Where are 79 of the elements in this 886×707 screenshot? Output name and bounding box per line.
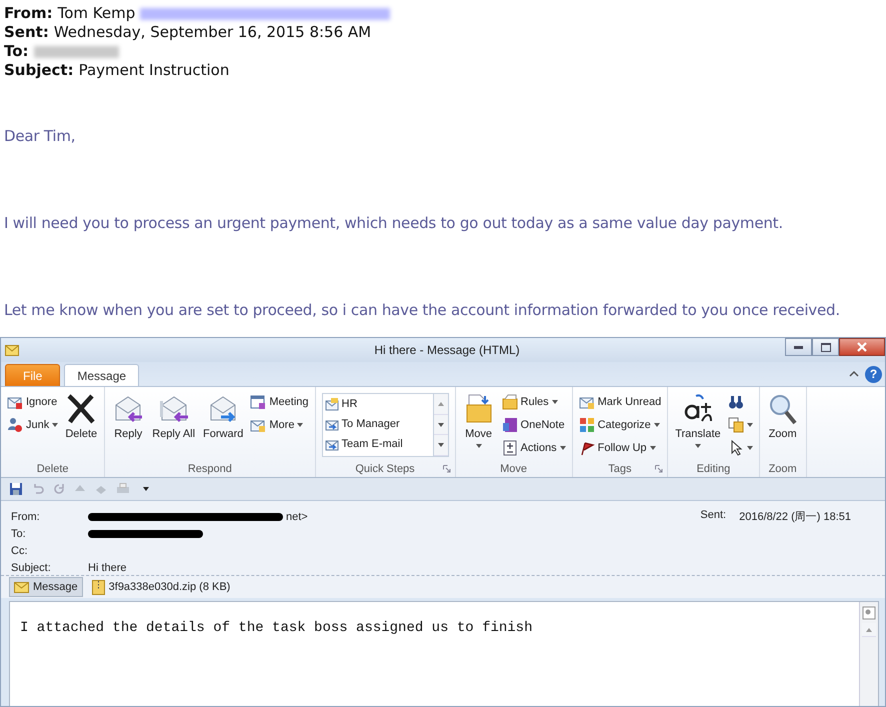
envelope-icon [5, 344, 19, 356]
field-label: Cc: [11, 544, 28, 556]
body-paragraph: Let me know when you are set to proceed, so i can have the account information forwarded to you once received. [4, 300, 841, 320]
ribbon-button[interactable]: Reply All [149, 391, 198, 443]
group-label: Delete [36, 463, 69, 475]
group-label: Editing [696, 463, 730, 475]
person-icon [7, 417, 23, 433]
ribbon-button[interactable]: Delete [62, 391, 100, 443]
attachment-tab[interactable]: Message [9, 577, 83, 597]
quick-step-button[interactable]: To Manager [322, 414, 433, 434]
ribbon-button[interactable]: More [248, 414, 311, 436]
minimize-button[interactable] [785, 338, 812, 356]
envelope-icon [324, 398, 339, 410]
field-label: Subject: [4, 61, 74, 80]
flag-icon [578, 440, 595, 456]
zip-file-icon [92, 580, 105, 594]
body-paragraph: I will need you to process an urgent payment, which needs to go out today as a same value day payment. [4, 213, 784, 233]
document-icon [502, 440, 518, 456]
ribbon-button[interactable]: Mark Unread [576, 391, 664, 413]
group-label: Tags [608, 463, 632, 475]
field-value: Wednesday, September 16, 2015 8:56 AM [54, 23, 372, 42]
ribbon-button[interactable]: Actions [500, 437, 568, 459]
expand-gallery-button[interactable] [434, 435, 448, 456]
attachment-tab[interactable]: 3f9a338e030d.zip (8 KB) [86, 577, 236, 597]
body-paragraph: Dear Tim, [4, 126, 76, 146]
ribbon-button[interactable]: Reply [109, 391, 148, 443]
field-value: Tom Kemp [58, 4, 136, 23]
customize-menu-icon[interactable] [143, 487, 149, 491]
notebook-icon [502, 417, 518, 433]
field-label: Sent: [4, 23, 49, 42]
color-grid-icon [578, 417, 595, 433]
group-label: Quick Steps [355, 463, 415, 475]
pages-icon [728, 417, 744, 433]
collapse-icon[interactable] [849, 370, 859, 378]
field-label: Sent: [700, 509, 726, 523]
help-button[interactable]: ? [865, 366, 882, 382]
group-label: Move [500, 463, 528, 475]
calendar-icon [250, 394, 266, 410]
ribbon-button[interactable]: Meeting [248, 391, 311, 413]
envelope-icon [14, 582, 29, 592]
ribbon-button[interactable]: Zoom [764, 391, 802, 443]
ribbon-button[interactable]: OneNote [500, 414, 568, 436]
field-value: net> [286, 510, 308, 522]
quick-step-button[interactable]: HR [322, 394, 433, 414]
envelope-icon [324, 438, 339, 450]
ribbon-button[interactable]: Ignore [5, 391, 60, 413]
field-label: From: [4, 4, 53, 23]
maximize-button[interactable] [812, 338, 839, 356]
dialog-launcher-icon[interactable] [442, 465, 451, 473]
folder-icon [502, 394, 518, 410]
ribbon-button[interactable]: Follow Up [576, 437, 664, 459]
dialog-launcher-icon[interactable] [655, 465, 664, 473]
ribbon-button[interactable]: Rules [500, 391, 568, 413]
group-label: Respond [188, 463, 232, 475]
ribbon-tab[interactable]: Message [64, 364, 140, 386]
close-icon [856, 342, 868, 352]
group-label: Zoom [768, 463, 797, 475]
ribbon-button[interactable]: Forward [200, 391, 246, 443]
field-label: Subject: [11, 562, 52, 574]
scroll-down-button[interactable] [434, 414, 448, 436]
ribbon-button[interactable]: Move [460, 391, 498, 450]
x-mark-icon [65, 393, 98, 425]
field-value: Hi there [88, 562, 127, 574]
ribbon-button[interactable]: Translate [672, 391, 724, 450]
quick-step-button[interactable]: Team E-mail [322, 434, 433, 454]
field-label: To: [11, 528, 27, 540]
field-value: Payment Instruction [78, 61, 230, 80]
scrollbar[interactable] [859, 602, 878, 706]
envelope-icon [324, 418, 339, 430]
ribbon-button[interactable]: Junk [5, 414, 60, 436]
save-icon[interactable] [9, 482, 23, 496]
window-title: Hi there - Message (HTML) [373, 343, 521, 357]
binoculars-icon [728, 394, 744, 410]
field-label: To: [4, 42, 29, 61]
field-value: 2016/8/22 (周一) 18:51 [739, 510, 851, 524]
close-button[interactable] [839, 338, 885, 356]
ribbon-button[interactable]: Categorize [576, 414, 664, 436]
field-label: From: [11, 510, 41, 522]
body-text: I attached the details of the task boss assigned us to finish [19, 619, 534, 638]
